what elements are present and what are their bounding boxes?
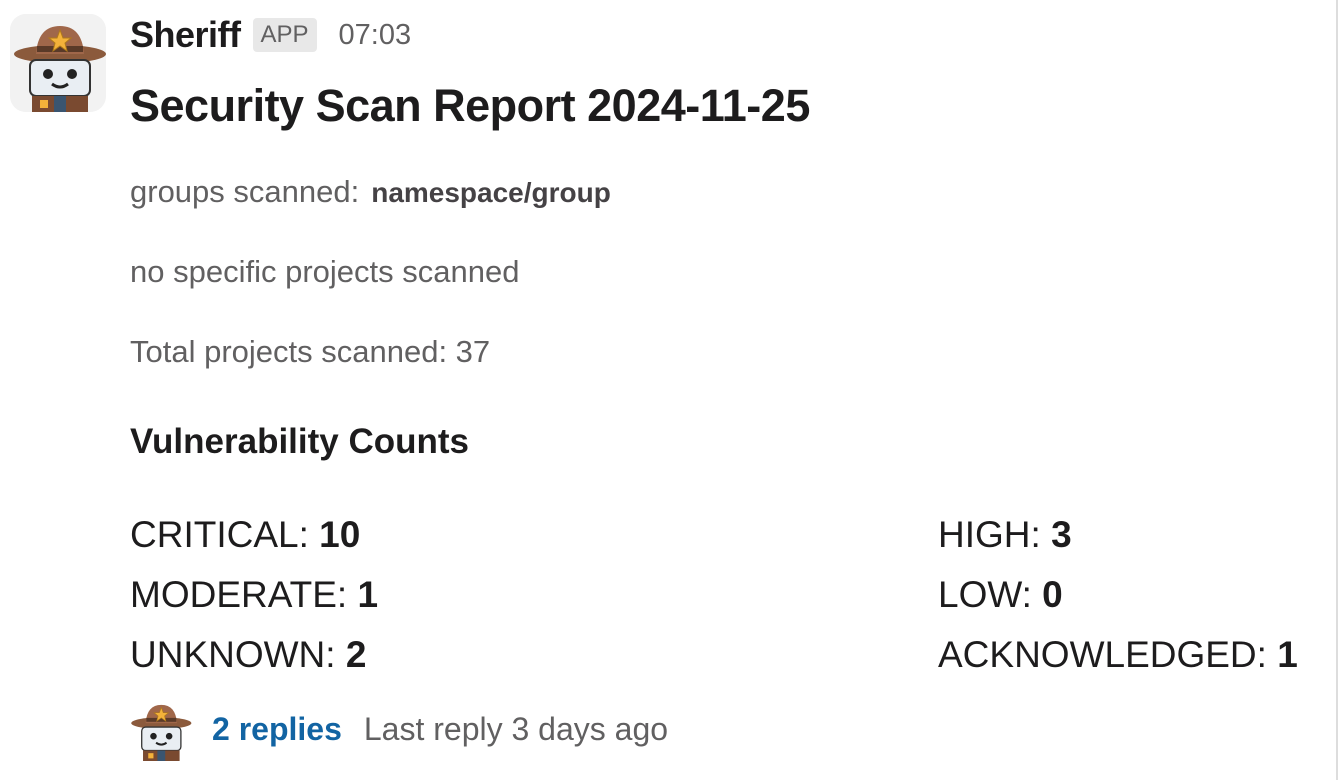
message-header: Sheriff APP 07:03 — [130, 12, 411, 58]
total-projects-line: Total projects scanned: 37 — [130, 334, 491, 369]
groups-scanned-value: namespace/group — [371, 177, 611, 208]
count-label: UNKNOWN: — [130, 634, 346, 675]
count-value: 0 — [1042, 574, 1063, 615]
reply-avatar — [128, 697, 192, 761]
sheriff-robot-cowboy-icon — [10, 14, 106, 112]
count-value: 1 — [1277, 634, 1298, 675]
vulnerability-counts-heading: Vulnerability Counts — [130, 422, 470, 461]
groups-scanned-label: groups scanned: — [130, 174, 360, 209]
count-value: 10 — [319, 514, 361, 555]
message-timestamp[interactable]: 07:03 — [339, 19, 412, 52]
sheriff-robot-cowboy-icon — [128, 697, 192, 761]
count-unknown: UNKNOWN: 2 — [130, 630, 366, 680]
count-value: 3 — [1051, 514, 1072, 555]
count-value: 1 — [357, 574, 379, 615]
count-high: HIGH: 3 — [938, 510, 1072, 560]
last-reply-text: Last reply 3 days ago — [363, 710, 669, 747]
sheriff-avatar[interactable] — [10, 14, 106, 112]
count-critical: CRITICAL: 10 — [130, 510, 360, 560]
projects-scanned-line: no specific projects scanned — [130, 254, 520, 289]
count-label: HIGH: — [938, 514, 1052, 555]
count-low: LOW: 0 — [938, 570, 1063, 620]
sender-name[interactable]: Sheriff — [130, 14, 241, 56]
count-value: 2 — [345, 634, 367, 675]
count-acknowledged: ACKNOWLEDGED: 1 — [938, 630, 1298, 680]
message: Sheriff APP 07:03 Security Scan Report 2… — [0, 0, 1338, 780]
count-moderate: MODERATE: 1 — [130, 570, 378, 620]
replies-link[interactable]: 2 replies — [212, 711, 342, 748]
groups-scanned-line: groups scanned: namespace/group — [130, 174, 611, 210]
count-label: LOW: — [938, 574, 1043, 615]
report-title: Security Scan Report 2024-11-25 — [130, 80, 810, 131]
count-label: ACKNOWLEDGED: — [938, 634, 1278, 675]
thread-summary[interactable]: 2 replies Last reply 3 days ago — [128, 696, 668, 762]
app-badge: APP — [252, 18, 317, 52]
count-label: MODERATE: — [130, 574, 358, 615]
count-label: CRITICAL: — [130, 514, 320, 555]
